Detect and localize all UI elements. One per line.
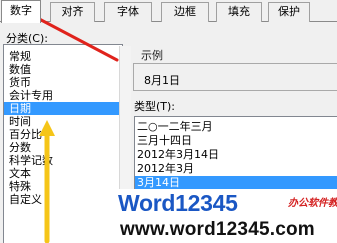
watermark-tagline: 办公软件教程 <box>288 198 337 209</box>
watermark-brand: Word12345 <box>118 190 238 216</box>
tab-fill[interactable]: 填充 <box>216 2 262 22</box>
tab-alignment[interactable]: 对齐 <box>50 2 95 22</box>
sample-label: 示例 <box>141 49 163 62</box>
category-item-date[interactable]: 日期 <box>4 102 122 115</box>
category-item-scientific[interactable]: 科学记数 <box>4 154 122 167</box>
category-item-time[interactable]: 时间 <box>4 115 122 128</box>
tab-border[interactable]: 边框 <box>161 2 209 22</box>
sample-value: 8月1日 <box>144 74 180 87</box>
type-label: 类型(T): <box>134 100 176 113</box>
category-item-general[interactable]: 常规 <box>4 50 122 63</box>
sample-preview: 8月1日 <box>133 63 337 91</box>
type-item[interactable]: 2012年3月 <box>135 162 337 176</box>
category-item-fraction[interactable]: 分数 <box>4 141 122 154</box>
category-item-custom[interactable]: 自定义 <box>4 193 122 206</box>
type-item[interactable]: 二○一二年三月 <box>135 120 337 134</box>
tab-font[interactable]: 字体 <box>104 2 152 22</box>
watermark-banner: Word12345 办公软件教程 <box>116 189 337 217</box>
type-item[interactable]: 2012年3月14日 <box>135 148 337 162</box>
tab-number[interactable]: 数字 <box>1 0 41 23</box>
type-item-selected[interactable]: 3月14日 <box>135 176 337 190</box>
tab-protection[interactable]: 保护 <box>268 2 310 22</box>
watermark-url-banner: www.word12345.com <box>116 217 337 243</box>
type-item[interactable]: 三月十四日 <box>135 134 337 148</box>
format-tab-strip: 数字 对齐 字体 边框 填充 保护 <box>0 0 337 23</box>
category-item-currency[interactable]: 货币 <box>4 76 122 89</box>
category-item-text[interactable]: 文本 <box>4 167 122 180</box>
category-item-special[interactable]: 特殊 <box>4 180 122 193</box>
category-item-accounting[interactable]: 会计专用 <box>4 89 122 102</box>
category-item-number[interactable]: 数值 <box>4 63 122 76</box>
category-list[interactable]: 常规 数值 货币 会计专用 日期 时间 百分比 分数 科学记数 文本 特殊 自定… <box>3 44 123 243</box>
watermark-url: www.word12345.com <box>120 219 315 240</box>
category-item-percentage[interactable]: 百分比 <box>4 128 122 141</box>
type-list[interactable]: 二○一二年三月 三月十四日 2012年3月14日 2012年3月 3月14日 <box>134 116 337 194</box>
